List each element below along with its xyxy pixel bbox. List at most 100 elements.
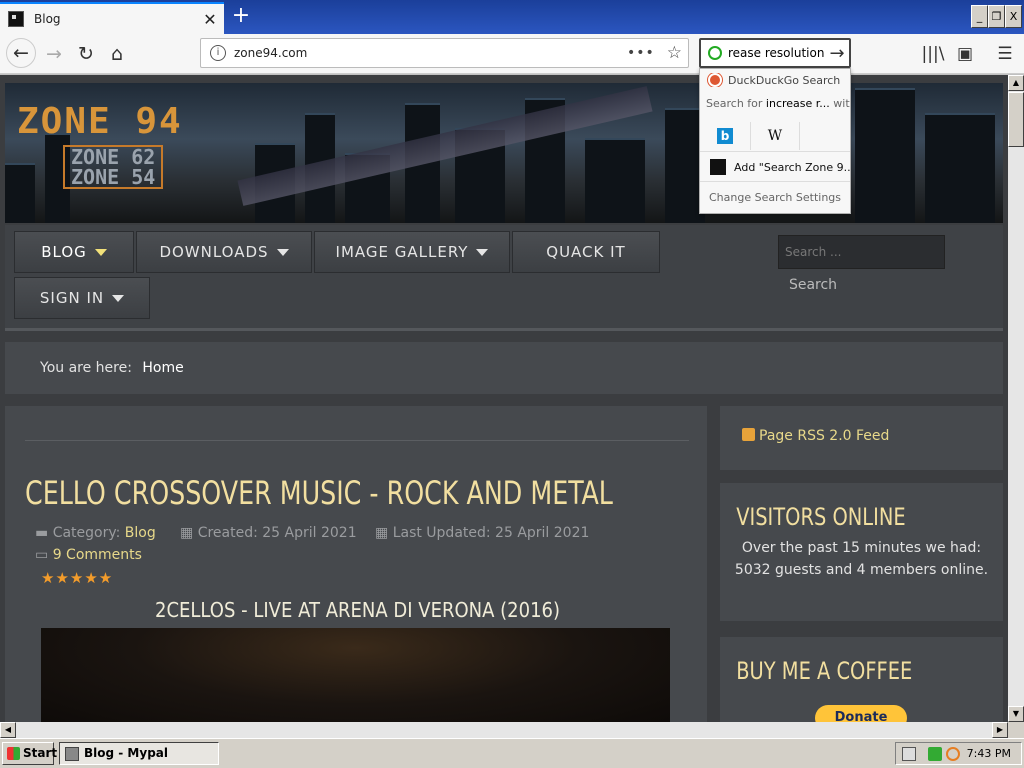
- vertical-scrollbar[interactable]: ▲ ▼: [1008, 75, 1024, 722]
- page-viewport: ZONE 94 ZONE 62 ZONE 54 BLOG DOWNLOADS I…: [0, 75, 1008, 722]
- video-player[interactable]: [41, 628, 670, 722]
- category-link[interactable]: Blog: [125, 525, 156, 541]
- new-tab-button[interactable]: +: [230, 4, 252, 28]
- search-for-term: increase r...: [765, 97, 830, 110]
- visitors-box: VISITORS ONLINE Over the past 15 minutes…: [720, 483, 1003, 621]
- close-window-button[interactable]: X: [1005, 5, 1022, 28]
- rating-stars[interactable]: ★★★★★: [41, 569, 113, 587]
- home-button[interactable]: ⌂: [103, 40, 131, 68]
- article-category: ▬ Category: Blog: [35, 525, 156, 541]
- add-search-engine-item[interactable]: Add "Search Zone 9...: [700, 159, 850, 175]
- bookmark-star-icon[interactable]: ☆: [667, 43, 682, 63]
- divider: [700, 181, 850, 182]
- engine-bing-button[interactable]: b: [700, 122, 750, 150]
- taskbar-item-label: Blog - Mypal: [84, 746, 168, 760]
- search-go-arrow-icon[interactable]: →: [825, 43, 849, 64]
- library-icon[interactable]: |||\: [921, 42, 945, 66]
- donate-button[interactable]: Donate: [815, 705, 907, 722]
- engine-wikipedia-button[interactable]: W: [750, 122, 800, 150]
- scroll-thumb[interactable]: [1008, 92, 1024, 147]
- tab-blog[interactable]: Blog ✕: [0, 2, 224, 34]
- change-search-settings[interactable]: Change Search Settings: [700, 191, 850, 204]
- article-comments: ▭ 9 Comments: [35, 547, 142, 563]
- bing-icon: b: [717, 128, 733, 144]
- nav-image-gallery-label: IMAGE GALLERY: [335, 243, 469, 261]
- nav-sign-in[interactable]: SIGN IN: [14, 277, 150, 319]
- logo-sub-line-2: ZONE 54: [71, 165, 156, 189]
- divider: [700, 151, 850, 152]
- site-logo[interactable]: ZONE 94: [17, 101, 183, 142]
- search-bar[interactable]: rease resolution →: [699, 38, 851, 68]
- add-engine-icon: [710, 159, 726, 175]
- browser-toolbar: ← → ↻ ⌂ i zone94.com ••• ☆ rease resolut…: [0, 34, 1024, 74]
- scroll-down-arrow-icon[interactable]: ▼: [1008, 706, 1024, 722]
- windows-logo-icon: [7, 747, 20, 760]
- coffee-box: BUY ME A COFFEE Donate: [720, 637, 1003, 722]
- network-icon[interactable]: [928, 747, 942, 761]
- video-title: 2CELLOS - LIVE AT ARENA DI VERONA (2016): [155, 598, 561, 622]
- scroll-right-arrow-icon[interactable]: ▶: [992, 722, 1008, 738]
- nav-quack-it[interactable]: QUACK IT: [512, 231, 660, 273]
- back-button[interactable]: ←: [6, 38, 36, 68]
- comments-link[interactable]: 9 Comments: [53, 547, 142, 563]
- clock[interactable]: 7:43 PM: [967, 743, 1011, 764]
- menu-hamburger-icon[interactable]: ☰: [993, 42, 1017, 66]
- page-actions-icon[interactable]: •••: [627, 45, 655, 61]
- tab-strip: Blog ✕ + _ ❐ X: [0, 0, 1024, 34]
- duckduckgo-icon: [708, 73, 722, 87]
- scroll-left-arrow-icon[interactable]: ◀: [0, 722, 16, 738]
- close-tab-icon[interactable]: ✕: [200, 10, 220, 29]
- calendar-icon: ▦: [375, 525, 389, 541]
- horizontal-scrollbar[interactable]: ◀ ▶: [0, 722, 1008, 738]
- article-updated: ▦ Last Updated: 25 April 2021: [375, 525, 589, 541]
- forward-button[interactable]: →: [40, 40, 68, 68]
- add-engine-label: Add "Search Zone 9...: [734, 161, 850, 174]
- search-icon[interactable]: [708, 46, 722, 60]
- scroll-corner: [1008, 722, 1024, 738]
- rss-link[interactable]: Page RSS 2.0 Feed: [720, 406, 1003, 444]
- rss-icon: [742, 428, 755, 441]
- search-for-row: Search for increase r... with:: [700, 97, 850, 110]
- reload-button[interactable]: ↻: [72, 40, 100, 68]
- site-nav: BLOG DOWNLOADS IMAGE GALLERY QUACK IT SI…: [5, 225, 1003, 331]
- logo-sub-line-1: ZONE 62: [71, 145, 156, 169]
- article-title[interactable]: CELLO CROSSOVER MUSIC - ROCK AND METAL: [25, 474, 613, 512]
- coffee-title: BUY ME A COFFEE: [736, 657, 913, 685]
- created-date: Created: 25 April 2021: [197, 525, 357, 541]
- site-banner: ZONE 94 ZONE 62 ZONE 54: [5, 83, 1003, 223]
- site-favicon-icon: [8, 11, 24, 27]
- breadcrumb: You are here: Home: [5, 342, 1003, 394]
- nav-downloads[interactable]: DOWNLOADS: [136, 231, 312, 273]
- search-suggestions-popup: DuckDuckGo Search Search for increase r.…: [699, 68, 851, 214]
- site-logo-sub: ZONE 62 ZONE 54: [63, 145, 164, 189]
- url-text[interactable]: zone94.com: [234, 46, 627, 60]
- scroll-up-arrow-icon[interactable]: ▲: [1008, 75, 1024, 91]
- chevron-down-icon: [112, 295, 125, 302]
- restore-button[interactable]: ❐: [988, 5, 1005, 28]
- nav-blog-label: BLOG: [41, 243, 87, 261]
- nav-image-gallery[interactable]: IMAGE GALLERY: [314, 231, 510, 273]
- engine-header: DuckDuckGo Search: [700, 73, 850, 87]
- search-input[interactable]: rease resolution: [728, 46, 825, 60]
- breadcrumb-home[interactable]: Home: [142, 360, 183, 376]
- site-search-button[interactable]: Search: [778, 270, 848, 300]
- chevron-down-icon: [276, 249, 289, 256]
- keyboard-icon[interactable]: [902, 747, 916, 761]
- chevron-down-icon: [94, 249, 107, 256]
- calendar-icon: ▦: [180, 525, 194, 541]
- rss-box: Page RSS 2.0 Feed: [720, 406, 1003, 470]
- start-label: Start: [23, 746, 58, 760]
- search-tray-icon[interactable]: [946, 747, 960, 761]
- minimize-button[interactable]: _: [971, 5, 988, 28]
- nav-quack-it-label: QUACK IT: [546, 243, 626, 261]
- site-info-icon[interactable]: i: [210, 45, 226, 61]
- taskbar-item-browser[interactable]: Blog - Mypal: [59, 742, 219, 765]
- sidebar-toggle-icon[interactable]: ▣: [953, 42, 977, 66]
- divider: [25, 440, 689, 441]
- category-label: Category:: [52, 525, 121, 541]
- url-bar[interactable]: i zone94.com ••• ☆: [200, 38, 689, 68]
- site-search-input[interactable]: Search ...: [778, 235, 945, 269]
- comment-icon: ▭: [35, 547, 49, 563]
- nav-blog[interactable]: BLOG: [14, 231, 134, 273]
- start-button[interactable]: Start: [2, 742, 58, 765]
